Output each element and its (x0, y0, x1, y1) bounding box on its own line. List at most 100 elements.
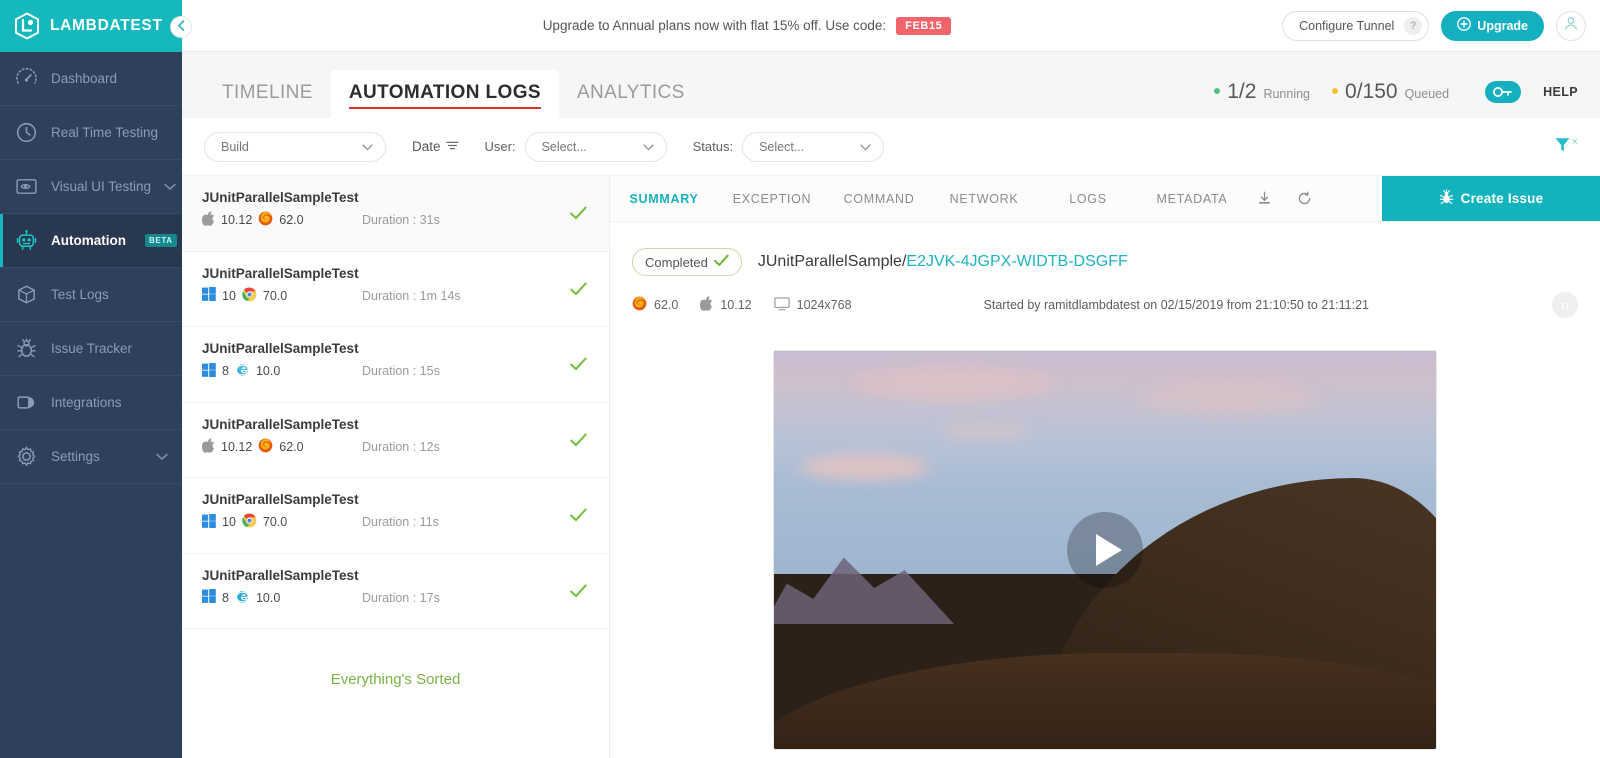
tab-exception[interactable]: EXCEPTION (718, 176, 826, 221)
user-filter: User: Select... (485, 132, 667, 162)
sidebar-item-issue-tracker[interactable]: Issue Tracker (0, 322, 182, 376)
test-meta: 10 70.0 Duration : 11s (202, 513, 591, 531)
test-list-item[interactable]: JUnitParallelSampleTest 10 70.0 (182, 478, 609, 554)
test-duration: Duration : 11s (362, 515, 439, 529)
browser-version: 10.0 (256, 364, 280, 378)
os-version: 10.12 (221, 440, 252, 454)
user-select[interactable]: Select... (525, 132, 667, 162)
sidebar-item-settings[interactable]: Settings (0, 430, 182, 484)
os-group: 10.12 (700, 296, 751, 314)
sort-descending-icon (446, 139, 459, 154)
monitor-icon (774, 297, 790, 314)
box-icon (14, 283, 38, 307)
test-list-panel[interactable]: JUnitParallelSampleTest 10.12 62.0 (182, 176, 610, 758)
date-sort-button[interactable]: Date (412, 139, 459, 154)
test-name: JUnitParallelSampleTest (202, 190, 591, 205)
os-version: 10 (222, 289, 236, 303)
user-filter-label: User: (485, 139, 516, 154)
video-player[interactable] (773, 350, 1437, 750)
chevron-down-icon[interactable] (156, 448, 168, 466)
sidebar-item-automation[interactable]: Automation BETA (0, 214, 182, 268)
test-list-item[interactable]: JUnitParallelSampleTest 8 10.0 (182, 554, 609, 630)
completed-label: Completed (645, 255, 708, 270)
cloud-2 (940, 423, 1030, 439)
sidebar-item-test-logs[interactable]: Test Logs (0, 268, 182, 322)
test-meta: 10 70.0 Duration : 1m 14s (202, 287, 591, 305)
refresh-icon[interactable] (1284, 176, 1324, 221)
test-environment: 8 10.0 (202, 362, 362, 380)
chrome-icon (242, 287, 257, 305)
sidebar-collapse-button[interactable] (170, 16, 192, 38)
key-toggle-icon[interactable] (1485, 81, 1521, 103)
test-list-item[interactable]: JUnitParallelSampleTest 10.12 62.0 (182, 403, 609, 479)
tab-network[interactable]: NETWORK (932, 176, 1036, 221)
brand-header[interactable]: LAMBDATEST (0, 0, 182, 52)
chevron-down-icon[interactable] (164, 178, 176, 196)
help-question-icon[interactable]: ? (1404, 17, 1422, 35)
upgrade-button[interactable]: Upgrade (1441, 11, 1544, 41)
create-issue-button[interactable]: Create Issue (1382, 176, 1600, 221)
status-indicators: 1/2 Running 0/150 Queued HELP (1214, 80, 1578, 118)
browser-group: 62.0 (632, 296, 678, 314)
help-button[interactable]: HELP (1543, 85, 1578, 99)
running-stat: 1/2 Running (1214, 80, 1310, 104)
test-list-item[interactable]: JUnitParallelSampleTest 10.12 62.0 (182, 176, 609, 252)
sidebar-item-dashboard[interactable]: Dashboard (0, 52, 182, 106)
test-name: JUnitParallelSampleTest (202, 568, 591, 583)
tab-automation-logs[interactable]: AUTOMATION LOGS (331, 70, 559, 118)
resolution-value: 1024x768 (797, 298, 852, 312)
sidebar-item-visual-ui-testing[interactable]: Visual UI Testing (0, 160, 182, 214)
test-list-item[interactable]: JUnitParallelSampleTest 10 70.0 (182, 252, 609, 328)
windows-icon (202, 514, 216, 531)
test-name: JUnitParallelSampleTest (202, 492, 591, 507)
clear-filters-button[interactable]: × (1554, 136, 1578, 158)
sidebar-item-real-time-testing[interactable]: Real Time Testing (0, 106, 182, 160)
windows-icon (202, 363, 216, 380)
note-badge[interactable]: n (1552, 292, 1578, 318)
lambdatest-hexagon-logo-icon (14, 12, 40, 40)
tab-metadata[interactable]: METADATA (1140, 176, 1244, 221)
detail-tabs: SUMMARY EXCEPTION COMMAND NETWORK LOGS M… (610, 176, 1600, 222)
session-status-row: Completed JUnitParallelSample/E2JVK-4JGP… (610, 248, 1600, 276)
download-icon[interactable] (1244, 176, 1284, 221)
tab-analytics[interactable]: ANALYTICS (559, 70, 703, 118)
promo-text: Upgrade to Annual plans now with flat 15… (543, 18, 886, 33)
tab-logs[interactable]: LOGS (1036, 176, 1140, 221)
os-version: 8 (222, 364, 229, 378)
internet-explorer-icon (235, 362, 250, 380)
test-meta: 8 10.0 Duration : 15s (202, 362, 591, 380)
windows-icon (202, 287, 216, 304)
sidebar-nav: Dashboard Real Time Testing Visual UI Te… (0, 52, 182, 484)
sidebar-item-integrations[interactable]: Integrations (0, 376, 182, 430)
page-tabs-bar: TIMELINE AUTOMATION LOGS ANALYTICS 1/2 R… (182, 52, 1600, 118)
configure-tunnel-button[interactable]: Configure Tunnel ? (1282, 11, 1429, 41)
os-version: 10.12 (221, 213, 252, 227)
test-environment: 10.12 62.0 (202, 211, 362, 229)
queued-value: 0/150 (1345, 80, 1398, 104)
apple-icon (202, 438, 215, 456)
status-select[interactable]: Select... (742, 132, 884, 162)
topbar: Upgrade to Annual plans now with flat 15… (182, 0, 1600, 52)
session-id[interactable]: E2JVK-4JGPX-WIDTB-DSGFF (906, 253, 1127, 270)
test-meta: 8 10.0 Duration : 17s (202, 589, 591, 607)
check-icon (570, 433, 587, 452)
tab-summary[interactable]: SUMMARY (610, 176, 718, 221)
os-version: 10.12 (720, 298, 751, 312)
check-icon (570, 282, 587, 301)
build-select[interactable]: Build (204, 132, 386, 162)
session-title: JUnitParallelSample/E2JVK-4JGPX-WIDTB-DS… (758, 253, 1128, 271)
session-environment: 62.0 10.12 (632, 296, 866, 314)
tab-command[interactable]: COMMAND (826, 176, 932, 221)
plus-circle-icon (1457, 17, 1471, 34)
configure-tunnel-label: Configure Tunnel (1299, 19, 1394, 33)
status-filter-label: Status: (693, 139, 733, 154)
apple-icon (700, 296, 713, 314)
running-value: 1/2 (1227, 80, 1256, 104)
avatar[interactable] (1556, 11, 1586, 41)
test-list-item[interactable]: JUnitParallelSampleTest 8 10.0 (182, 327, 609, 403)
tab-timeline[interactable]: TIMELINE (204, 70, 331, 118)
play-button[interactable] (1067, 512, 1143, 588)
play-icon (1096, 534, 1122, 566)
detail-body: Completed JUnitParallelSample/E2JVK-4JGP… (610, 222, 1600, 758)
chrome-icon (242, 513, 257, 531)
